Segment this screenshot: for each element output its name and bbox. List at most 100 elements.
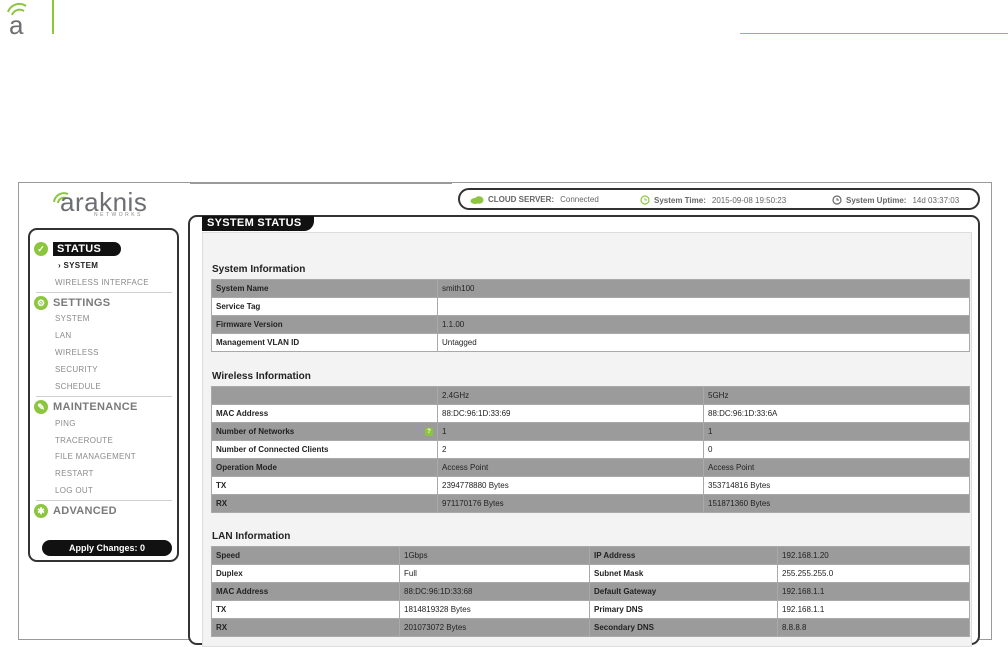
cloud-label: CLOUD SERVER: <box>488 195 555 204</box>
nav-settings-security[interactable]: SECURITY <box>55 365 98 374</box>
table-cell: Duplex <box>211 564 400 583</box>
nav-maintenance-ping[interactable]: PING <box>55 419 76 428</box>
table-row: TX 2394778880 Bytes 353714816 Bytes <box>211 476 970 495</box>
nav-settings-wireless[interactable]: WIRELESS <box>55 348 99 357</box>
table-header-cell: 2.4GHz <box>437 386 704 405</box>
table-cell: Default Gateway <box>589 582 778 601</box>
table-cell: 353714816 Bytes <box>703 476 970 495</box>
table-cell: Access Point <box>703 458 970 477</box>
table-cell: RX <box>211 618 400 637</box>
table-row: Service Tag <box>211 297 970 316</box>
apply-changes-button[interactable]: Apply Changes: 0 <box>42 540 172 556</box>
nav-maintenance-log-out[interactable]: LOG OUT <box>55 486 93 495</box>
table-cell: TX <box>211 476 438 495</box>
nav-divider <box>36 500 172 501</box>
table-cell: 2 <box>437 440 704 459</box>
cloud-status: CLOUD SERVER: Connected <box>470 195 599 204</box>
table-row: System Name smith100 <box>211 279 970 298</box>
nav-status-wireless-interface[interactable]: WIRELESS INTERFACE <box>55 278 149 287</box>
wireless-information-title: Wireless Information <box>212 371 311 382</box>
system-uptime: System Uptime: 14d 03:37:03 <box>832 195 959 205</box>
brand-logo: araknis NETWORKS <box>52 187 164 218</box>
settings-icon: ⚙ <box>34 296 48 310</box>
status-bar: CLOUD SERVER: Connected System Time: 201… <box>458 188 980 210</box>
nav-divider <box>36 292 172 293</box>
table-row: Firmware Version 1.1.00 <box>211 315 970 334</box>
table-cell: 971170176 Bytes <box>437 494 704 513</box>
wrench-icon: ✎ <box>34 400 48 414</box>
table-row: Number of Networks? 1 1 <box>211 422 970 441</box>
nav-maintenance[interactable]: MAINTENANCE <box>53 401 138 413</box>
table-cell: 88:DC:96:1D:33:68 <box>399 582 590 601</box>
lan-information-title: LAN Information <box>212 531 291 542</box>
table-cell: Management VLAN ID <box>211 333 438 352</box>
nav-section-status[interactable]: ✓ STATUS <box>34 242 122 256</box>
table-cell: 151871360 Bytes <box>703 494 970 513</box>
araknis-logo-icon: a <box>7 3 27 38</box>
clock-icon <box>640 195 650 205</box>
table-cell: MAC Address <box>211 404 438 423</box>
table-cell: Primary DNS <box>589 600 778 619</box>
nav-settings[interactable]: SETTINGS <box>53 297 110 309</box>
nav-maintenance-restart[interactable]: RESTART <box>55 469 94 478</box>
help-icon[interactable]: ? <box>425 428 433 436</box>
table-cell: Number of Connected Clients <box>211 440 438 459</box>
table-cell: 1 <box>437 422 704 441</box>
table-cell: 192.168.1.20 <box>777 546 970 565</box>
svg-text:a: a <box>9 10 24 38</box>
table-cell: 1.1.00 <box>437 315 970 334</box>
table-cell: Number of Networks? <box>211 422 438 441</box>
nav-divider <box>36 396 172 397</box>
brand-subtitle: NETWORKS <box>94 212 143 218</box>
sidebar: ✓ STATUS › SYSTEM WIRELESS INTERFACE ⚙ S… <box>28 228 179 562</box>
nav-section-settings[interactable]: ⚙ SETTINGS <box>34 296 110 310</box>
table-cell: Speed <box>211 546 400 565</box>
nav-maintenance-file-management[interactable]: FILE MANAGEMENT <box>55 452 136 461</box>
table-cell: System Name <box>211 279 438 298</box>
table-cell: 1814819328 Bytes <box>399 600 590 619</box>
nav-section-advanced[interactable]: ✱ ADVANCED <box>34 504 117 518</box>
system-status-panel: SYSTEM STATUS System Information System … <box>188 215 980 647</box>
table-row: RX 971170176 Bytes 151871360 Bytes <box>211 494 970 513</box>
clock-icon <box>832 195 842 205</box>
table-cell: smith100 <box>437 279 970 298</box>
table-cell: Full <box>399 564 590 583</box>
table-cell: Service Tag <box>211 297 438 316</box>
wireless-information-table: 2.4GHz 5GHz MAC Address 88:DC:96:1D:33:69 8… <box>211 386 970 513</box>
system-information-table: System Name smith100 Service Tag Firmware… <box>211 279 970 352</box>
uptime-value: 14d 03:37:03 <box>912 195 960 205</box>
system-time: System Time: 2015-09-08 19:50:23 <box>640 195 786 205</box>
table-cell: Subnet Mask <box>589 564 778 583</box>
table-cell: IP Address <box>589 546 778 565</box>
check-icon: ✓ <box>34 242 48 256</box>
table-cell: 2394778880 Bytes <box>437 476 704 495</box>
time-value: 2015-09-08 19:50:23 <box>711 195 787 205</box>
table-cell: MAC Address <box>211 582 400 601</box>
table-row: TX 1814819328 Bytes Primary DNS 192.168.1.1 <box>211 600 970 619</box>
table-cell: 192.168.1.1 <box>777 582 970 601</box>
panel-title: SYSTEM STATUS <box>202 216 314 231</box>
nav-section-maintenance[interactable]: ✎ MAINTENANCE <box>34 400 138 414</box>
uptime-label: System Uptime: <box>846 195 907 205</box>
top-divider <box>190 183 452 184</box>
nav-maintenance-traceroute[interactable]: TRACEROUTE <box>55 436 113 445</box>
table-cell: Firmware Version <box>211 315 438 334</box>
nav-status-system[interactable]: › SYSTEM <box>58 261 98 270</box>
table-cell: Operation Mode <box>211 458 438 477</box>
time-label: System Time: <box>654 195 706 205</box>
table-cell: RX <box>211 494 438 513</box>
nav-settings-lan[interactable]: LAN <box>55 331 71 340</box>
table-row: Speed 1Gbps IP Address 192.168.1.20 <box>211 546 970 565</box>
table-cell: 1 <box>703 422 970 441</box>
nav-settings-system[interactable]: SYSTEM <box>55 314 90 323</box>
nav-settings-schedule[interactable]: SCHEDULE <box>55 382 101 391</box>
table-cell: 88:DC:96:1D:33:69 <box>437 404 704 423</box>
nav-advanced[interactable]: ADVANCED <box>53 505 117 517</box>
table-header-cell: 5GHz <box>703 386 970 405</box>
nav-status[interactable]: STATUS <box>53 242 122 256</box>
header-divider <box>52 0 54 34</box>
table-row: MAC Address 88:DC:96:1D:33:69 88:DC:96:1D:… <box>211 404 970 423</box>
table-cell: TX <box>211 600 400 619</box>
table-header-cell <box>211 386 438 405</box>
table-cell: 255.255.255.0 <box>777 564 970 583</box>
